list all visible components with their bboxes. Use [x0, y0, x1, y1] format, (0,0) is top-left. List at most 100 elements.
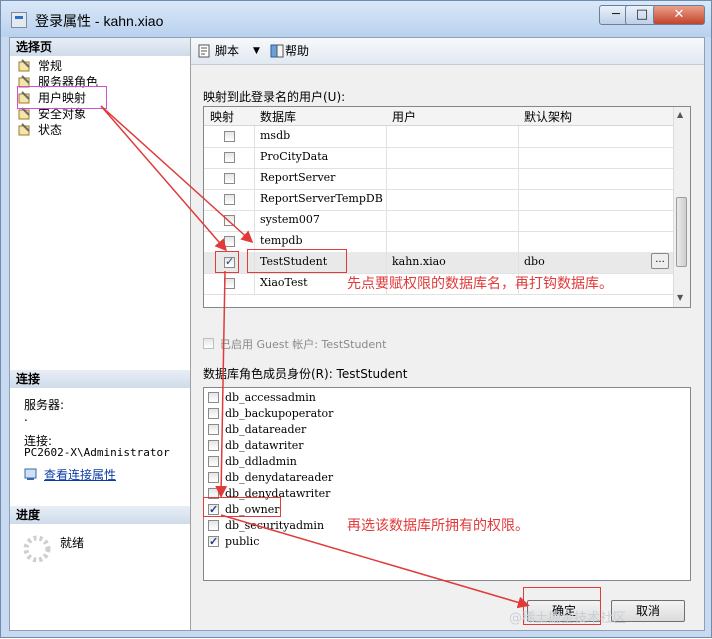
list-item[interactable]: db_datareader [208, 422, 306, 438]
table-row[interactable]: ReportServerTempDB [204, 189, 674, 211]
list-item[interactable]: public [208, 534, 259, 550]
column-separator [386, 252, 387, 273]
user-cell[interactable]: kahn.xiao [392, 255, 446, 268]
progress-spinner-icon [22, 534, 52, 567]
page-status[interactable]: 状态 [16, 122, 62, 138]
connection-header: 连接 [10, 370, 190, 388]
database-cell[interactable]: system007 [260, 213, 320, 226]
list-item[interactable]: db_ddladmin [208, 454, 297, 470]
column-header-user[interactable]: 用户 [392, 108, 416, 125]
column-header-map[interactable]: 映射 [210, 108, 234, 125]
watermark: @稀土掘金技术社区 [509, 611, 627, 626]
database-cell[interactable]: tempdb [260, 234, 303, 247]
script-icon [197, 43, 213, 64]
role-label: db_ddladmin [225, 455, 297, 468]
table-row[interactable]: system007 [204, 210, 674, 232]
database-cell[interactable]: XiaoTest [260, 276, 308, 289]
role-checkbox[interactable] [208, 392, 219, 403]
progress-status: 就绪 [60, 536, 85, 550]
list-item[interactable]: db_backupoperator [208, 406, 333, 422]
map-checkbox[interactable] [224, 173, 235, 184]
guest-account-option: 已启用 Guest 帐户: TestStudent [203, 336, 503, 352]
role-checkbox[interactable] [208, 520, 219, 531]
role-checkbox[interactable] [208, 472, 219, 483]
column-separator [386, 168, 387, 189]
map-checkbox[interactable] [224, 278, 235, 289]
page-icon [18, 123, 31, 136]
close-button[interactable]: ✕ [653, 5, 705, 25]
page-icon [18, 59, 31, 72]
column-header-default-schema[interactable]: 默认架构 [524, 108, 572, 125]
view-connection-properties-link[interactable]: 查看连接属性 [44, 466, 116, 483]
role-label: db_securityadmin [225, 519, 325, 532]
column-separator [518, 126, 519, 147]
table-row[interactable]: ReportServer [204, 168, 674, 190]
mapping-label: 映射到此登录名的用户(U): [203, 90, 346, 104]
column-separator [518, 147, 519, 168]
connection-properties-icon [24, 467, 38, 484]
column-header-database[interactable]: 数据库 [260, 108, 296, 125]
window-icon [11, 12, 27, 28]
role-label: db_denydatareader [225, 471, 334, 484]
schema-browse-button[interactable]: ... [651, 253, 669, 269]
annotation-select-roles: 再选该数据库所拥有的权限。 [347, 518, 529, 534]
page-label: 安全对象 [38, 107, 87, 121]
list-item[interactable]: db_securityadmin [208, 518, 324, 534]
scroll-thumb[interactable] [676, 197, 687, 267]
list-item[interactable]: db_accessadmin [208, 390, 316, 406]
database-cell[interactable]: msdb [260, 129, 290, 142]
checkbox-annotation-box [215, 251, 239, 273]
role-checkbox[interactable] [208, 456, 219, 467]
role-checkbox[interactable] [208, 440, 219, 451]
role-checkbox[interactable] [208, 534, 219, 550]
help-icon [269, 43, 285, 64]
server-value: . [24, 410, 28, 424]
guest-checkbox[interactable] [203, 338, 214, 349]
window-title: 登录属性 - kahn.xiao [35, 13, 164, 29]
grid-vertical-scrollbar[interactable]: ▲ ▼ [673, 107, 690, 307]
database-cell[interactable]: ProCityData [260, 150, 328, 163]
left-pane: 选择页 常规 服务器角色 用户映射 安全对象 状态 连接 服务器: . 连接: … [10, 38, 191, 630]
page-general[interactable]: 常规 [16, 58, 62, 74]
table-row[interactable]: msdb [204, 126, 674, 148]
column-separator [518, 231, 519, 252]
role-checkbox[interactable] [208, 424, 219, 435]
map-checkbox[interactable] [224, 152, 235, 163]
map-checkbox[interactable] [224, 194, 235, 205]
database-cell[interactable]: ReportServerTempDB [260, 192, 383, 205]
column-separator [386, 126, 387, 147]
table-row[interactable]: ProCityData [204, 147, 674, 169]
role-checkbox[interactable] [208, 408, 219, 419]
title-bar: 登录属性 - kahn.xiao ─ □ ✕ [1, 1, 711, 37]
map-checkbox[interactable] [224, 131, 235, 142]
column-separator [254, 189, 255, 210]
database-cell[interactable]: ReportServer [260, 171, 335, 184]
list-item[interactable]: db_denydatareader [208, 470, 333, 486]
annotation-select-database: 先点要赋权限的数据库名，再打钩数据库。 [347, 276, 613, 292]
column-separator [254, 273, 255, 294]
script-label: 脚本 [215, 44, 240, 58]
script-button[interactable]: 脚本 [197, 42, 255, 60]
role-label: db_backupoperator [225, 407, 334, 420]
connection-value: PC2602-X\Administrator [24, 446, 170, 459]
column-separator [386, 231, 387, 252]
scroll-down-icon[interactable]: ▼ [677, 293, 683, 302]
progress-header: 进度 [10, 506, 190, 524]
column-separator [254, 210, 255, 231]
database-roles-list: db_accessadmin db_backupoperator db_datare… [203, 387, 691, 581]
view-connection-properties[interactable]: 查看连接属性 [24, 466, 184, 482]
guest-label: 已启用 Guest 帐户: TestStudent [220, 338, 387, 351]
map-checkbox[interactable] [224, 215, 235, 226]
schema-cell[interactable]: dbo [524, 255, 545, 268]
script-dropdown-chevron-down-icon[interactable]: ▼ [253, 42, 263, 60]
help-button[interactable]: 帮助 [269, 42, 319, 60]
list-item[interactable]: db_datawriter [208, 438, 304, 454]
scroll-up-icon[interactable]: ▲ [677, 110, 683, 119]
column-separator [518, 252, 519, 273]
role-label: db_datawriter [225, 439, 304, 452]
role-label: db_datareader [225, 423, 307, 436]
map-checkbox[interactable] [224, 236, 235, 247]
column-separator [386, 189, 387, 210]
role-label: db_accessadmin [225, 391, 316, 404]
user-mapping-highlight [17, 86, 107, 109]
